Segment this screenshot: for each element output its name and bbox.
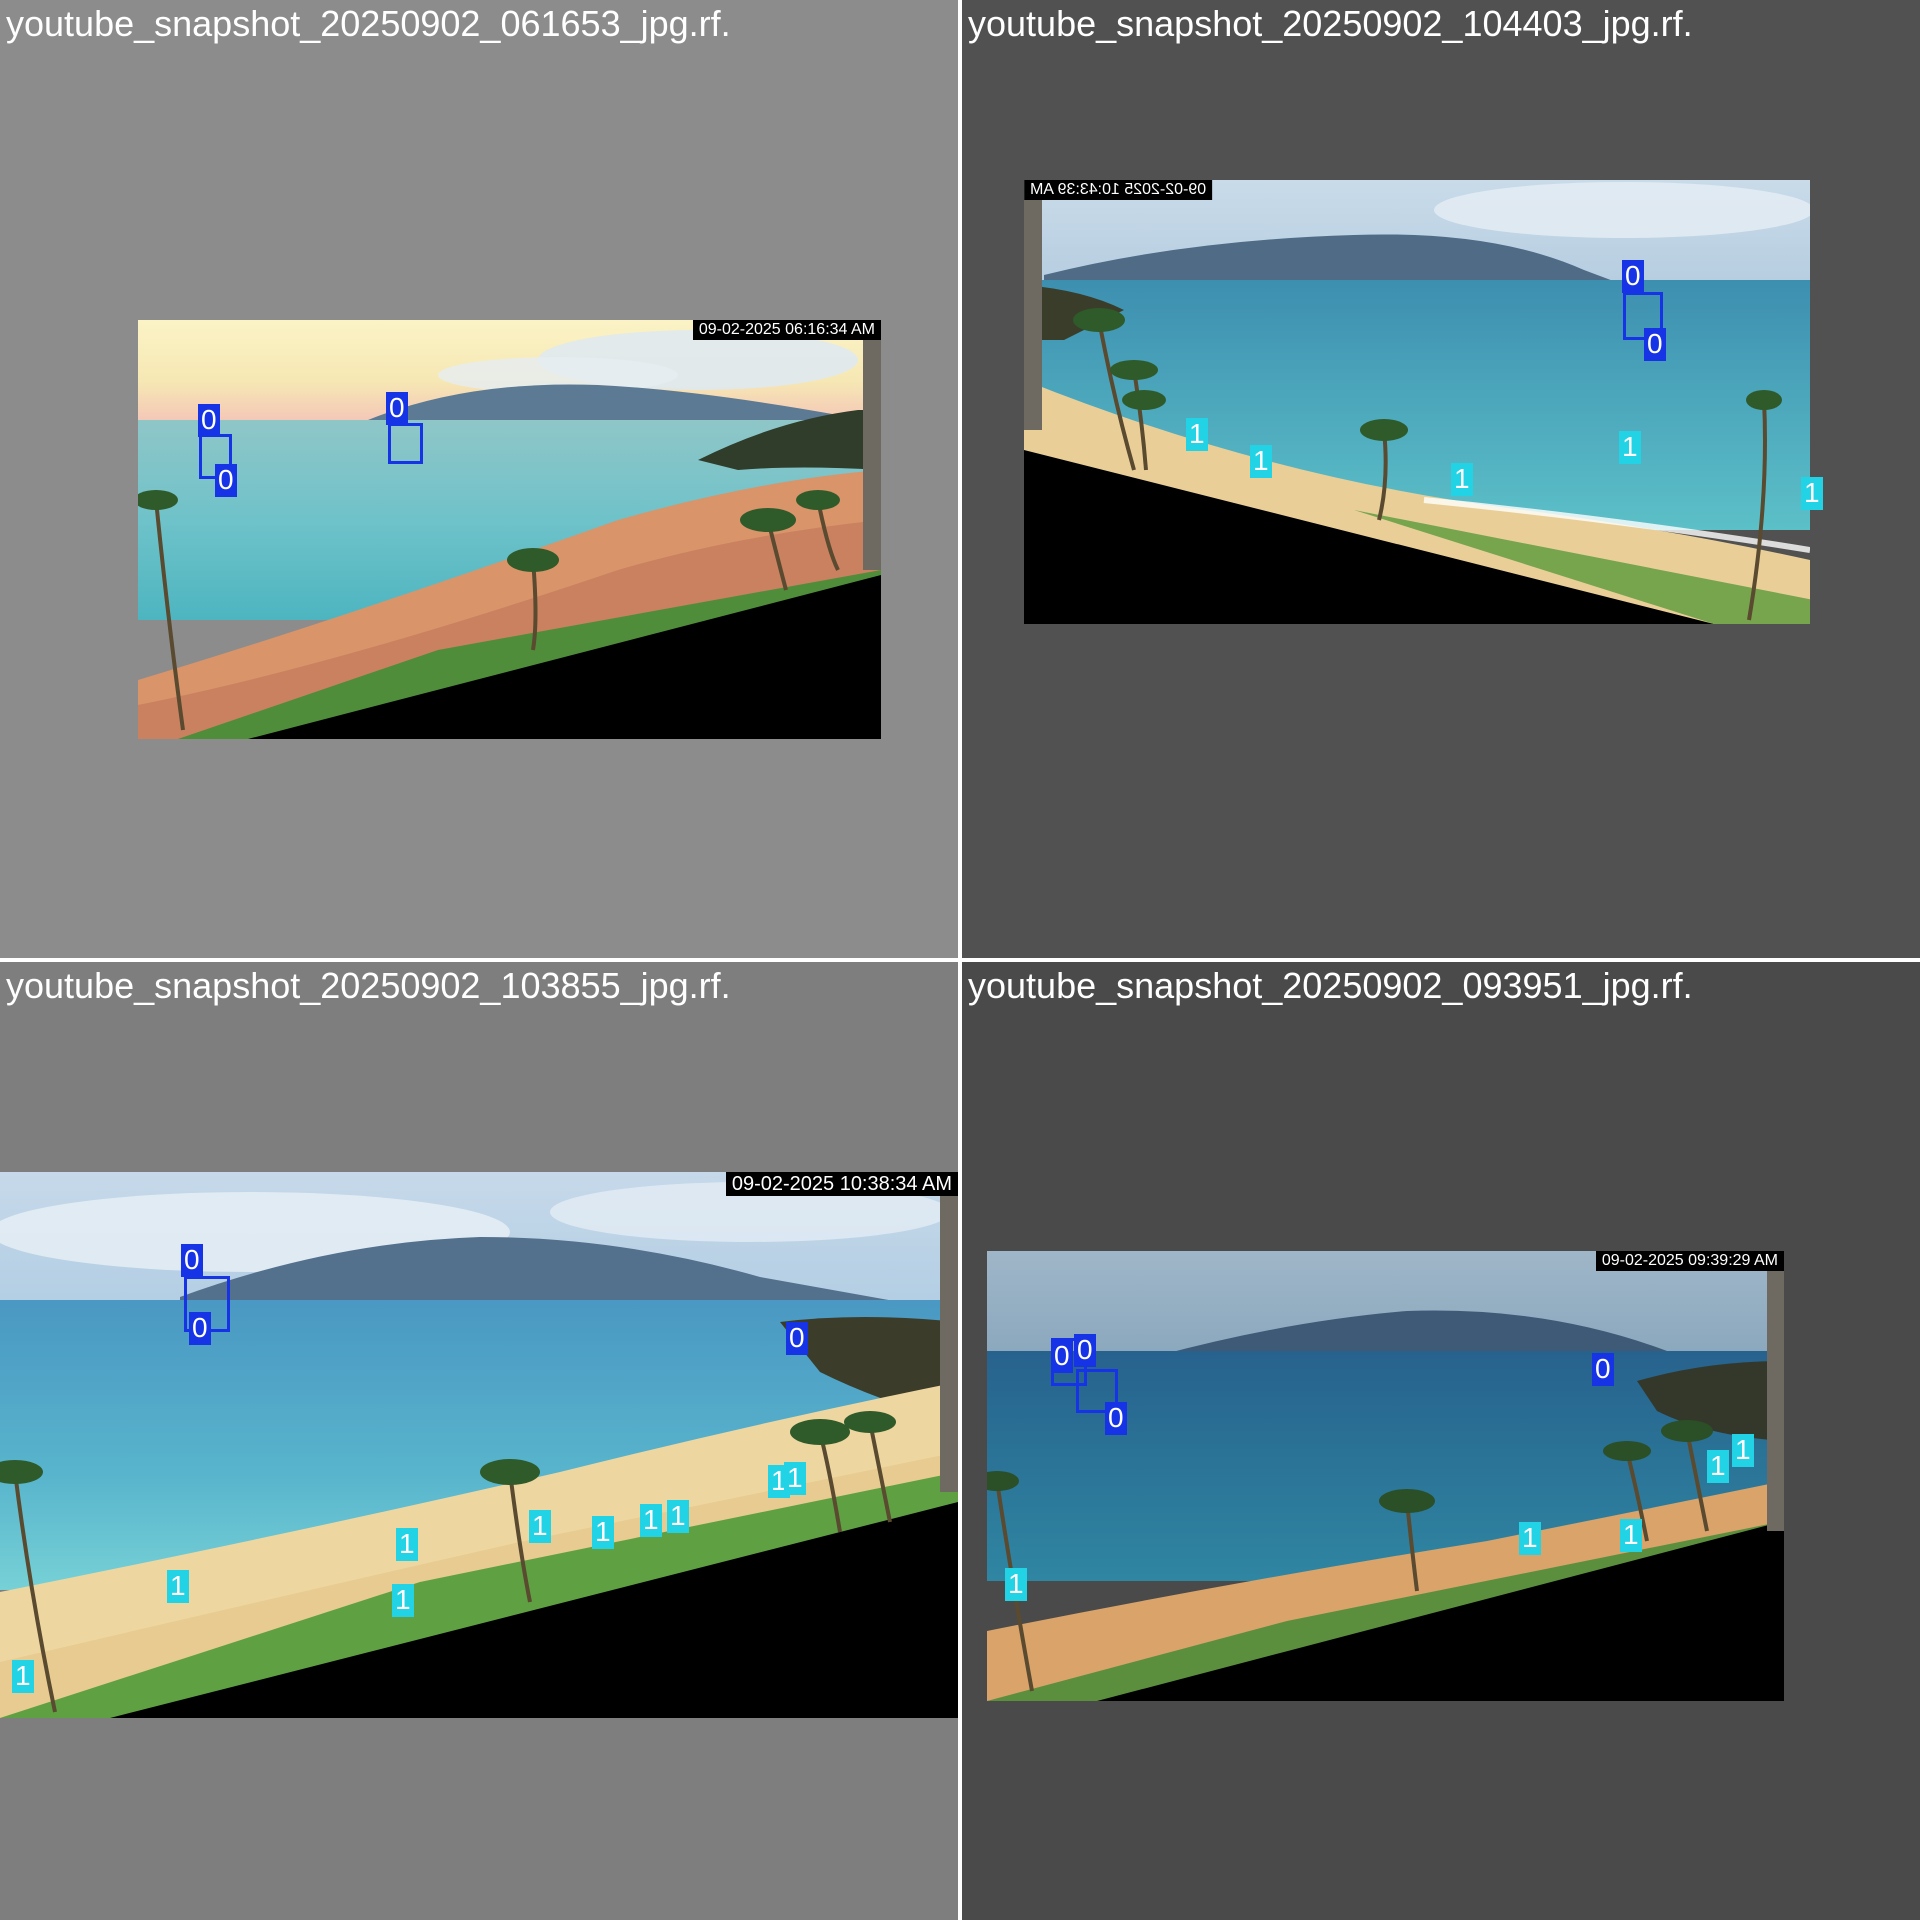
detection-label: 1: [529, 1510, 551, 1543]
detection-label: 1: [640, 1504, 662, 1537]
detection-label: 1: [392, 1584, 414, 1617]
detection-label: 1: [592, 1516, 614, 1549]
detection-label: 0: [1051, 1340, 1073, 1373]
detection-label: 1: [1707, 1450, 1729, 1483]
detection-label: 0: [1074, 1334, 1096, 1367]
timestamp-overlay: 09-02-2025 10:38:34 AM: [725, 1172, 958, 1196]
detection-label: 1: [1619, 431, 1641, 464]
detection-label: 0: [1592, 1353, 1614, 1386]
detection-label: 0: [1105, 1402, 1127, 1435]
beach-photo: 09-02-2025 06:16:34 AM: [138, 320, 881, 739]
beach-scene-image: [1024, 180, 1810, 624]
detection-label: 0: [198, 404, 220, 437]
detection-label: 1: [1451, 463, 1473, 496]
detection-label: 1: [1005, 1568, 1027, 1601]
beach-photo: 09-02-2025 10:38:34 AM: [0, 1172, 958, 1718]
beach-photo: 09-02-2025 09:39:29 AM: [987, 1251, 1784, 1701]
detection-label: 1: [784, 1462, 806, 1495]
detection-label: 0: [1622, 260, 1644, 293]
detection-label: 1: [667, 1500, 689, 1533]
detection-label: 0: [181, 1244, 203, 1277]
tile-3: youtube_snapshot_20250902_103855_jpg.rf.: [0, 962, 958, 1920]
detection-label: 1: [396, 1528, 418, 1561]
beach-scene-image: [138, 320, 881, 739]
detection-label: 1: [1620, 1519, 1642, 1552]
beach-scene-image: [987, 1251, 1784, 1701]
detection-label: 1: [1519, 1522, 1541, 1555]
detection-label: 1: [1186, 418, 1208, 451]
detection-label: 0: [1644, 328, 1666, 361]
detection-label: 0: [786, 1322, 808, 1355]
detection-label: 1: [12, 1660, 34, 1693]
mosaic-grid: youtube_snapshot_20250902_061653_jpg.rf.: [0, 0, 1920, 1920]
tile-4: youtube_snapshot_20250902_093951_jpg.rf.: [962, 962, 1920, 1920]
tile-title: youtube_snapshot_20250902_104403_jpg.rf.: [968, 3, 1693, 44]
beach-scene-image: [0, 1172, 958, 1718]
tile-title: youtube_snapshot_20250902_093951_jpg.rf.: [968, 965, 1693, 1006]
timestamp-overlay: 09-02-2025 10:43:39 AM: [1024, 180, 1213, 200]
beach-photo: 09-02-2025 10:43:39 AM: [1024, 180, 1810, 624]
tile-title: youtube_snapshot_20250902_061653_jpg.rf.: [6, 3, 731, 44]
detection-label: 0: [215, 464, 237, 497]
detection-label: 1: [1250, 445, 1272, 478]
detection-label: 0: [386, 392, 408, 425]
detection-label: 1: [1732, 1434, 1754, 1467]
detection-label: 1: [1801, 477, 1823, 510]
tile-title: youtube_snapshot_20250902_103855_jpg.rf.: [6, 965, 731, 1006]
detection-box: [388, 423, 423, 464]
timestamp-overlay: 09-02-2025 06:16:34 AM: [692, 320, 881, 340]
detection-label: 1: [167, 1570, 189, 1603]
detection-label: 0: [189, 1312, 211, 1345]
timestamp-overlay: 09-02-2025 09:39:29 AM: [1595, 1251, 1784, 1271]
tile-2: youtube_snapshot_20250902_104403_jpg.rf.: [962, 0, 1920, 958]
tile-1: youtube_snapshot_20250902_061653_jpg.rf.: [0, 0, 958, 958]
